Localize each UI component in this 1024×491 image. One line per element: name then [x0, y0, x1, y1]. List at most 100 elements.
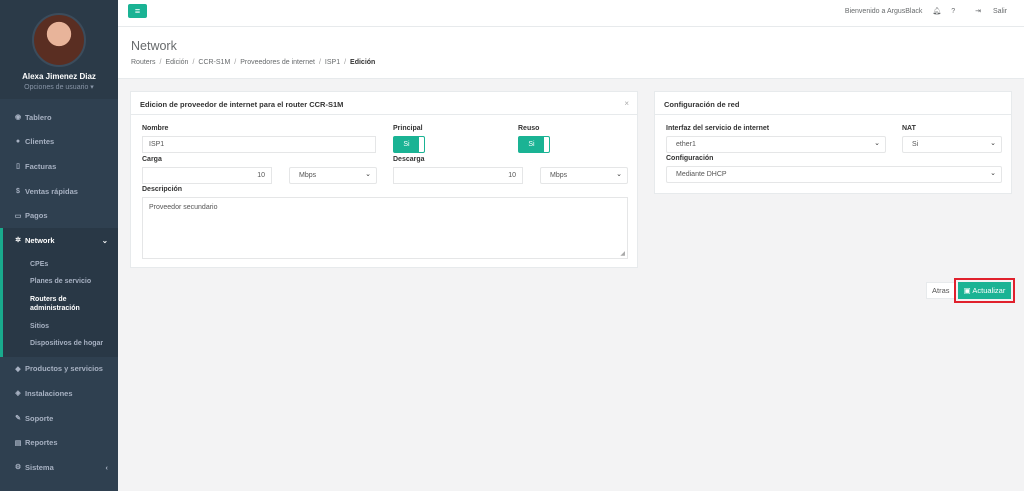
- sidebar-item-ventas[interactable]: $ Ventas rápidas: [0, 179, 118, 204]
- nombre-label: Nombre: [142, 125, 169, 132]
- sidebar-item-instalaciones[interactable]: ◈ Instalaciones: [0, 381, 118, 406]
- provider-panel: Edicion de proveedor de internet para el…: [130, 91, 638, 268]
- profile-block: Alexa Jimenez Diaz Opciones de usuario ▾: [0, 0, 118, 99]
- descripcion-label: Descripción: [142, 186, 183, 193]
- avatar[interactable]: [32, 13, 86, 67]
- sidebar-item-label: Facturas: [25, 161, 57, 171]
- resize-grip-icon[interactable]: ◢: [620, 250, 625, 257]
- network-icon: ✲: [15, 237, 21, 245]
- descarga-input[interactable]: 10: [393, 167, 523, 184]
- logout-link[interactable]: ⇥ Salir: [965, 7, 1007, 15]
- sidebar-item-reportes[interactable]: ▤ Reportes: [0, 430, 118, 455]
- interfaz-label: Interfaz del servicio de internet: [666, 125, 770, 132]
- sidebar-item-label: Pagos: [25, 211, 48, 221]
- submenu-item-dispositivos[interactable]: Dispositivos de hogar: [3, 335, 118, 353]
- topbar: ≡ Bienvenido a ArgusBlack 🔔︎ ? ⇥ Salir: [118, 0, 1024, 27]
- sidebar-item-label: Productos y servicios: [25, 364, 103, 374]
- toggle-label: Si: [519, 137, 544, 152]
- update-button-highlight: ▣ Actualizar: [954, 278, 1015, 303]
- select-value: Si: [912, 141, 919, 148]
- principal-label: Principal: [393, 125, 423, 132]
- dollar-icon: $: [16, 187, 20, 195]
- network-submenu: CPEs Planes de servicio Routers de admin…: [0, 252, 118, 357]
- chevron-down-icon: ⌄: [874, 140, 880, 147]
- breadcrumb-router[interactable]: CCR-S1M: [198, 59, 230, 66]
- chevron-left-icon: ‹: [105, 462, 109, 472]
- sidebar-item-label: Clientes: [25, 137, 55, 147]
- welcome-text: Bienvenido a ArgusBlack: [844, 7, 923, 15]
- wrench-icon: ✎: [15, 415, 21, 423]
- descarga-unit-select[interactable]: Mbps ⌄: [540, 167, 628, 184]
- sidebar-item-tablero[interactable]: ◉ Tablero: [0, 105, 118, 130]
- sidebar-item-facturas[interactable]: ▯ Facturas: [0, 154, 118, 179]
- toggle-label: Si: [394, 137, 419, 152]
- users-icon: ●: [15, 138, 21, 146]
- submenu-item-sitios[interactable]: Sitios: [3, 318, 118, 336]
- network-config-panel: Configuración de red Interfaz del servic…: [654, 91, 1012, 194]
- descripcion-textarea[interactable]: Proveedor secundario ◢: [142, 197, 628, 259]
- sidebar: Alexa Jimenez Diaz Opciones de usuario ▾…: [0, 0, 118, 491]
- help-icon[interactable]: ?: [951, 8, 955, 15]
- save-icon: ▣: [963, 286, 971, 295]
- user-options-dropdown[interactable]: Opciones de usuario ▾: [0, 83, 118, 91]
- sidebar-item-label: Reportes: [25, 438, 58, 448]
- breadcrumb-proveedores[interactable]: Proveedores de internet: [240, 59, 315, 66]
- sidebar-item-clientes[interactable]: ● Clientes: [0, 130, 118, 155]
- sidebar-item-pagos[interactable]: ▭ Pagos: [0, 203, 118, 228]
- submenu-item-planes[interactable]: Planes de servicio: [3, 273, 118, 291]
- chevron-down-icon: ⌄: [990, 170, 996, 177]
- reuso-toggle[interactable]: Si: [518, 136, 550, 153]
- sidebar-item-label: Tablero: [25, 112, 52, 122]
- carga-input[interactable]: 10: [142, 167, 272, 184]
- nombre-input[interactable]: ISP1: [142, 136, 376, 153]
- dashboard-icon: ◉: [14, 114, 22, 122]
- page-title: Network: [131, 39, 177, 53]
- submenu-item-cpes[interactable]: CPEs: [3, 256, 118, 274]
- carga-unit-select[interactable]: Mbps ⌄: [289, 167, 377, 184]
- update-label: Actualizar: [972, 286, 1006, 295]
- breadcrumb-current: Edición: [350, 59, 376, 66]
- panel-title-text: Edicion de proveedor de internet para el…: [140, 100, 344, 109]
- sidebar-item-label: Sistema: [25, 462, 54, 472]
- update-button[interactable]: ▣ Actualizar: [958, 282, 1011, 299]
- breadcrumb-edicion[interactable]: Edición: [165, 59, 188, 66]
- carga-label: Carga: [142, 156, 162, 163]
- select-value: Mbps: [550, 172, 568, 179]
- select-value: Mbps: [299, 172, 317, 179]
- hamburger-icon: ≡: [134, 6, 141, 16]
- reuso-label: Reuso: [518, 125, 540, 132]
- chevron-down-icon: ⌄: [365, 171, 371, 178]
- sidebar-nav: ◉ Tablero ● Clientes ▯ Facturas $ Ventas ráp…: [0, 99, 118, 480]
- sidebar-item-sistema[interactable]: ⚙ Sistema ‹: [0, 455, 118, 480]
- topbar-right: Bienvenido a ArgusBlack 🔔︎ ? ⇥ Salir: [844, 7, 1007, 16]
- sidebar-item-soporte[interactable]: ✎ Soporte: [0, 406, 118, 431]
- sidebar-item-label: Soporte: [25, 413, 54, 423]
- sidebar-item-network[interactable]: ✲ Network ⌄: [0, 227, 118, 253]
- chevron-down-icon: ⌄: [990, 140, 996, 147]
- network-panel-title: Configuración de red: [655, 92, 1011, 115]
- sidebar-item-label: Instalaciones: [25, 388, 73, 398]
- tag-icon: ◆: [15, 365, 21, 373]
- back-button[interactable]: Atras: [926, 282, 956, 299]
- logout-label: Salir: [992, 8, 1007, 15]
- close-icon[interactable]: ×: [624, 99, 629, 108]
- user-name: Alexa Jimenez Diaz: [22, 72, 96, 81]
- nat-label: NAT: [902, 125, 916, 132]
- principal-toggle[interactable]: Si: [393, 136, 425, 153]
- interfaz-select[interactable]: ether1 ⌄: [666, 136, 886, 153]
- breadcrumb: Routers / Edición / CCR-S1M / Proveedores d…: [131, 59, 376, 66]
- sign-out-icon: ⇥: [975, 8, 982, 15]
- chevron-down-icon: ⌄: [101, 235, 108, 245]
- breadcrumb-isp[interactable]: ISP1: [325, 59, 340, 66]
- select-value: ether1: [676, 141, 696, 148]
- sidebar-item-label: Ventas rápidas: [25, 186, 78, 196]
- bell-icon[interactable]: 🔔︎: [932, 7, 941, 15]
- submenu-item-routers[interactable]: Routers de administración: [3, 291, 118, 318]
- sidebar-item-productos[interactable]: ◆ Productos y servicios: [0, 357, 118, 382]
- nat-select[interactable]: Si ⌄: [902, 136, 1002, 153]
- diamond-icon: ◈: [15, 390, 21, 398]
- menu-toggle-button[interactable]: ≡: [128, 4, 147, 18]
- breadcrumb-routers[interactable]: Routers: [131, 59, 156, 66]
- configuracion-label: Configuración: [666, 155, 714, 162]
- configuracion-select[interactable]: Mediante DHCP ⌄: [666, 166, 1002, 183]
